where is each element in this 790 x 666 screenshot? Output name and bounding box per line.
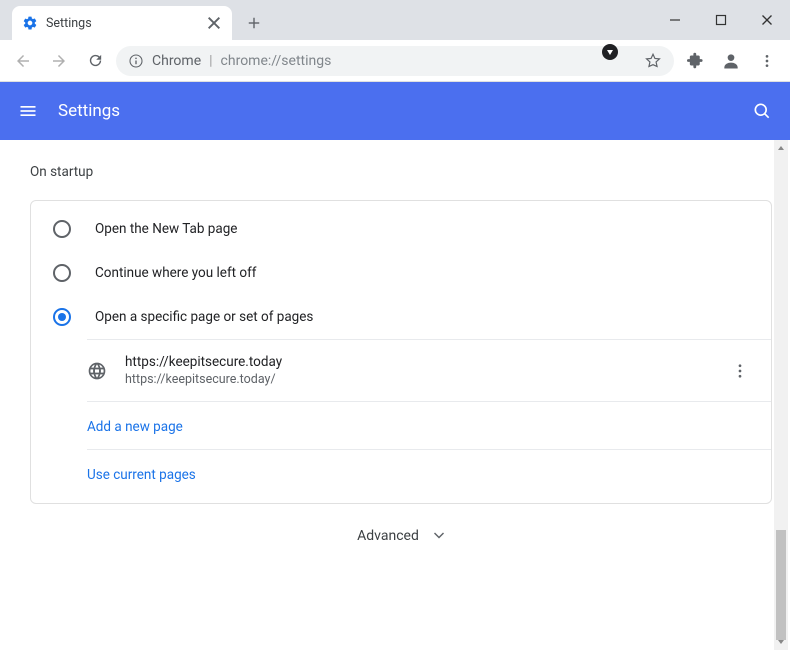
bookmark-star-icon[interactable] [644, 52, 662, 70]
add-page-row[interactable]: Add a new page [87, 401, 771, 449]
option-continue[interactable]: Continue where you left off [31, 251, 771, 295]
maximize-button[interactable] [698, 0, 744, 40]
use-current-link[interactable]: Use current pages [87, 467, 196, 483]
forward-button[interactable] [44, 46, 74, 76]
toolbar: Chrome | chrome://settings [0, 40, 790, 82]
vertical-scrollbar[interactable] [774, 140, 788, 650]
address-bar[interactable]: Chrome | chrome://settings [116, 46, 674, 76]
startup-page-row: https://keepitsecure.today https://keepi… [87, 340, 771, 401]
window-controls [652, 0, 790, 40]
advanced-label: Advanced [357, 528, 419, 544]
startup-card: Open the New Tab page Continue where you… [30, 200, 772, 504]
startup-page-info: https://keepitsecure.today https://keepi… [125, 354, 713, 387]
startup-pages-list: https://keepitsecure.today https://keepi… [87, 339, 771, 497]
extensions-button[interactable] [680, 46, 710, 76]
advanced-toggle[interactable]: Advanced [30, 504, 772, 552]
page-title: Settings [58, 101, 732, 121]
option-label: Open a specific page or set of pages [95, 309, 313, 325]
option-new-tab[interactable]: Open the New Tab page [31, 207, 771, 251]
use-current-row[interactable]: Use current pages [87, 449, 771, 497]
reload-button[interactable] [80, 46, 110, 76]
new-tab-button[interactable] [240, 9, 268, 37]
scroll-up-icon[interactable] [774, 140, 788, 156]
minimize-button[interactable] [652, 0, 698, 40]
more-actions-icon[interactable] [731, 362, 749, 380]
close-window-button[interactable] [744, 0, 790, 40]
url-scheme: Chrome [152, 53, 201, 69]
option-label: Continue where you left off [95, 265, 257, 281]
option-specific-page[interactable]: Open a specific page or set of pages [31, 295, 771, 339]
url-divider: | [209, 53, 212, 69]
content-area: On startup Open the New Tab page Continu… [0, 140, 790, 666]
gear-icon [22, 15, 38, 31]
startup-page-title: https://keepitsecure.today [125, 354, 713, 370]
option-label: Open the New Tab page [95, 221, 237, 237]
tab-title: Settings [46, 16, 198, 31]
menu-button[interactable] [752, 46, 782, 76]
radio-icon[interactable] [53, 264, 71, 282]
globe-icon [87, 361, 107, 381]
radio-icon-selected[interactable] [53, 308, 71, 326]
search-icon[interactable] [752, 101, 772, 121]
section-title: On startup [30, 164, 772, 180]
add-page-link[interactable]: Add a new page [87, 419, 183, 435]
scrollbar-thumb[interactable] [776, 530, 786, 640]
radio-icon[interactable] [53, 220, 71, 238]
site-info-icon[interactable] [128, 53, 144, 69]
chevron-down-icon [433, 530, 445, 542]
profile-button[interactable] [716, 46, 746, 76]
browser-tab[interactable]: Settings [12, 6, 232, 40]
back-button[interactable] [8, 46, 38, 76]
scroll-down-icon[interactable] [774, 634, 788, 650]
close-tab-icon[interactable] [206, 15, 222, 31]
hamburger-menu-icon[interactable] [18, 101, 38, 121]
startup-page-url: https://keepitsecure.today/ [125, 372, 713, 387]
settings-header: Settings [0, 82, 790, 140]
media-control-icon[interactable] [602, 44, 618, 60]
url-text: chrome://settings [221, 53, 332, 69]
